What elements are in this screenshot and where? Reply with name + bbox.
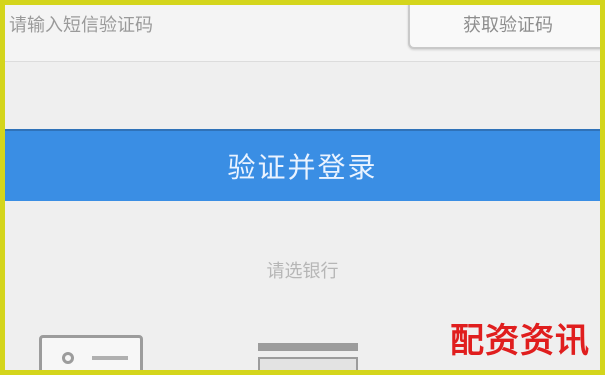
card-icon[interactable] xyxy=(39,335,143,370)
bank-icon[interactable] xyxy=(258,337,358,370)
watermark-text: 配资资讯 xyxy=(450,321,590,361)
verify-login-button[interactable]: 验证并登录 xyxy=(5,129,600,201)
card-dot xyxy=(62,352,74,364)
get-code-button[interactable]: 获取验证码 xyxy=(408,5,600,49)
select-bank-link[interactable]: 请选银行 xyxy=(5,257,600,283)
sms-code-row: 获取验证码 xyxy=(5,5,600,62)
screen-frame: 获取验证码 验证并登录 请选银行 配资资讯 xyxy=(0,0,605,375)
bank-bar-top xyxy=(258,343,358,351)
bank-bar-body xyxy=(258,357,358,370)
sms-code-input[interactable] xyxy=(5,7,385,43)
card-line xyxy=(92,356,128,360)
